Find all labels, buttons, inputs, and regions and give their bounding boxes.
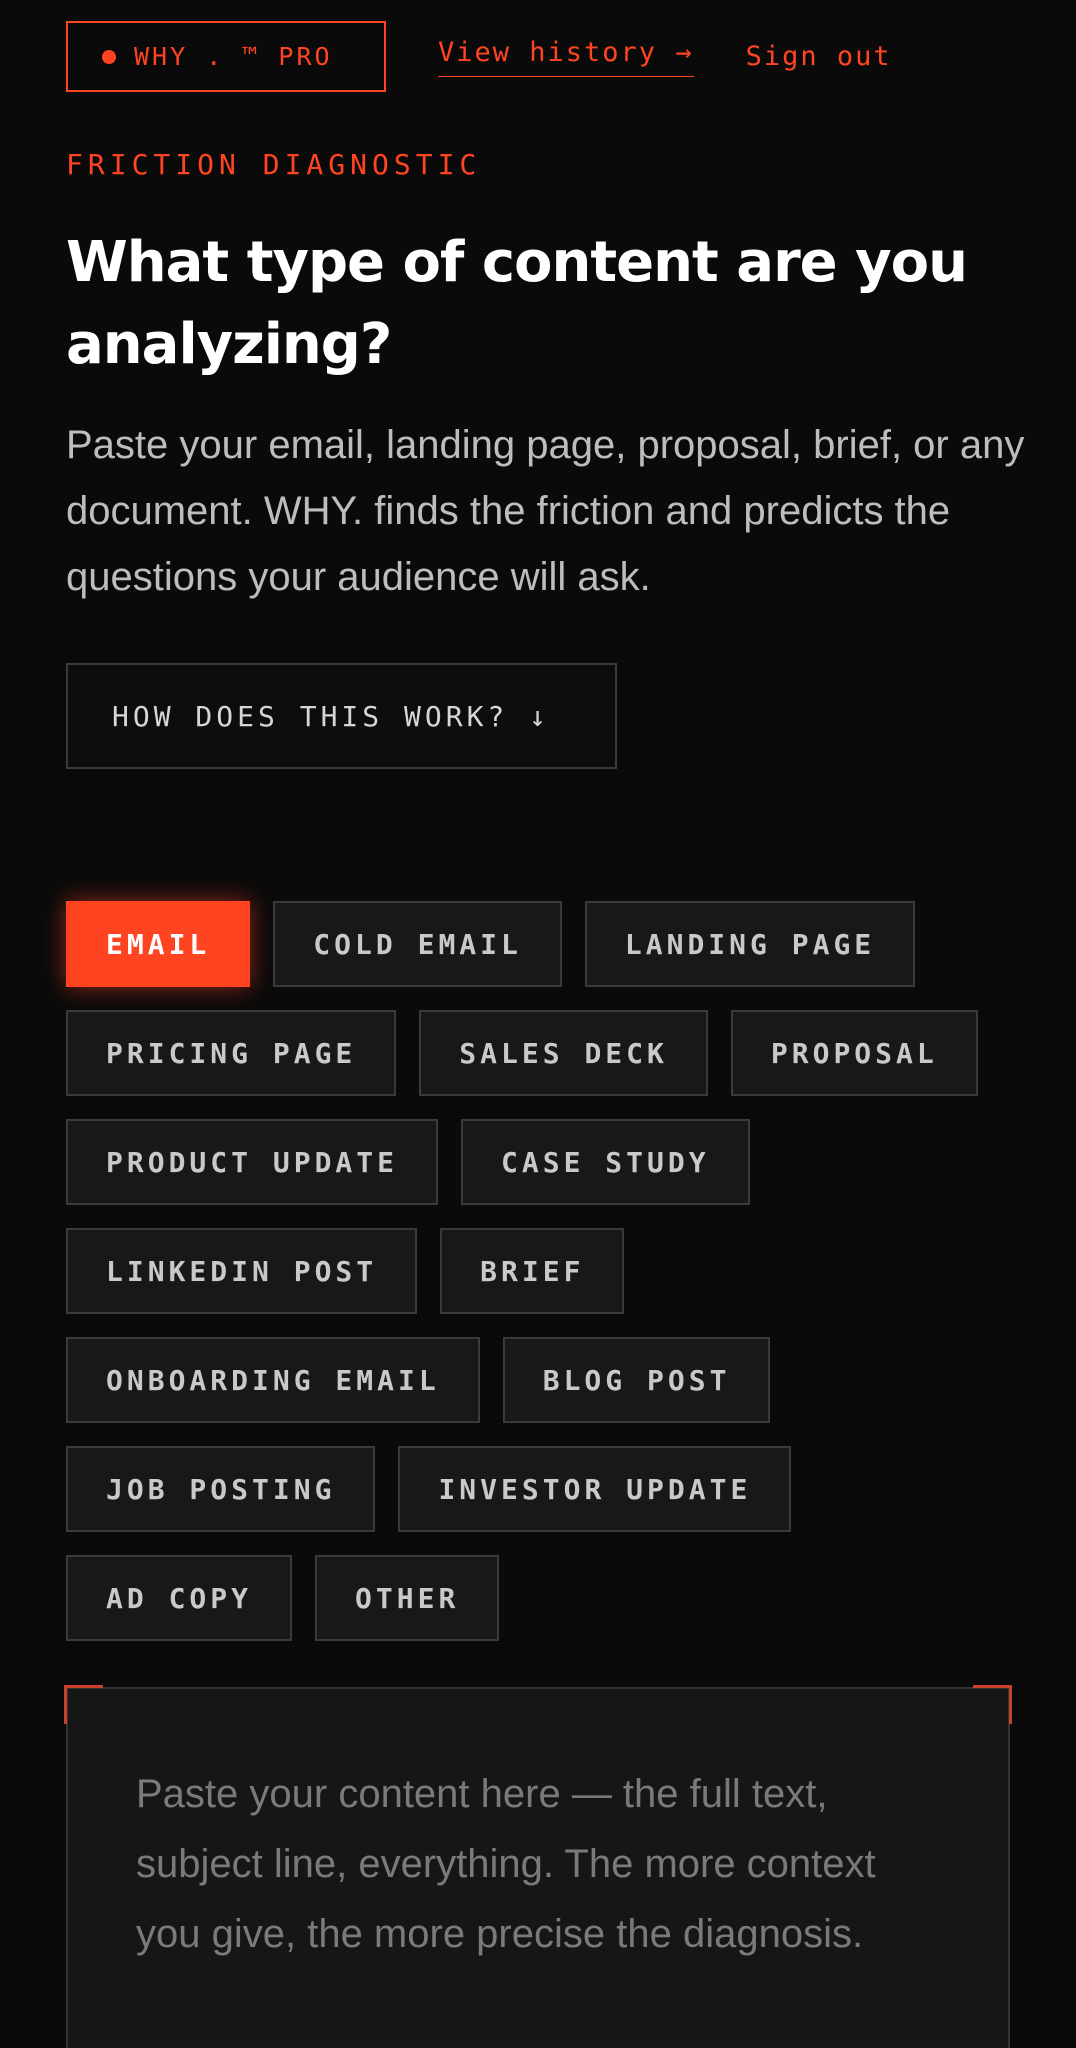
chip-row: ONBOARDING EMAIL BLOG POST [66, 1337, 1026, 1423]
content-type-chips: EMAIL COLD EMAIL LANDING PAGE PRICING PAGE S… [66, 901, 1026, 1664]
chip-pricing-page[interactable]: PRICING PAGE [66, 1010, 397, 1096]
chip-onboarding-email[interactable]: ONBOARDING EMAIL [66, 1337, 480, 1423]
how-does-this-work-button[interactable]: HOW DOES THIS WORK? ↓ [66, 663, 617, 769]
chip-case-study[interactable]: CASE STUDY [461, 1119, 750, 1205]
chip-blog-post[interactable]: BLOG POST [502, 1337, 771, 1423]
chip-row: AD COPY OTHER [66, 1555, 1026, 1641]
chip-row: LINKEDIN POST BRIEF [66, 1228, 1026, 1314]
chip-job-posting[interactable]: JOB POSTING [66, 1446, 376, 1532]
view-history-link[interactable]: View history → [438, 37, 694, 77]
chip-row: PRICING PAGE SALES DECK PROPOSAL [66, 1010, 1026, 1096]
status-dot-icon [102, 49, 116, 64]
chip-proposal[interactable]: PROPOSAL [730, 1010, 978, 1096]
chip-sales-deck[interactable]: SALES DECK [419, 1010, 708, 1096]
top-bar: WHY . ™ PRO View history → Sign out [66, 21, 892, 92]
chip-row: EMAIL COLD EMAIL LANDING PAGE [66, 901, 1026, 987]
chip-other[interactable]: OTHER [315, 1555, 500, 1641]
sign-out-link[interactable]: Sign out [746, 41, 892, 72]
page-title: What type of content are you analyzing? [66, 230, 968, 377]
content-input-box [64, 1685, 1012, 2048]
chip-row: PRODUCT UPDATE CASE STUDY [66, 1119, 1026, 1205]
content-input[interactable] [68, 1689, 1008, 2048]
chip-landing-page[interactable]: LANDING PAGE [584, 901, 916, 987]
chip-cold-email[interactable]: COLD EMAIL [273, 901, 562, 987]
chip-brief[interactable]: BRIEF [440, 1228, 625, 1314]
brand-badge[interactable]: WHY . ™ PRO [66, 21, 386, 92]
chip-investor-update[interactable]: INVESTOR UPDATE [398, 1446, 792, 1532]
section-eyebrow: FRICTION DIAGNOSTIC [66, 148, 482, 181]
page: WHY . ™ PRO View history → Sign out FRIC… [0, 0, 1076, 2048]
chip-linkedin-post[interactable]: LINKEDIN POST [66, 1228, 418, 1314]
intro-text: Paste your email, landing page, proposal… [66, 423, 1025, 599]
chip-product-update[interactable]: PRODUCT UPDATE [66, 1119, 439, 1205]
brand-label: WHY . ™ PRO [134, 42, 333, 71]
chip-email[interactable]: EMAIL [66, 901, 251, 987]
chip-ad-copy[interactable]: AD COPY [66, 1555, 293, 1641]
chip-row: JOB POSTING INVESTOR UPDATE [66, 1446, 1026, 1532]
